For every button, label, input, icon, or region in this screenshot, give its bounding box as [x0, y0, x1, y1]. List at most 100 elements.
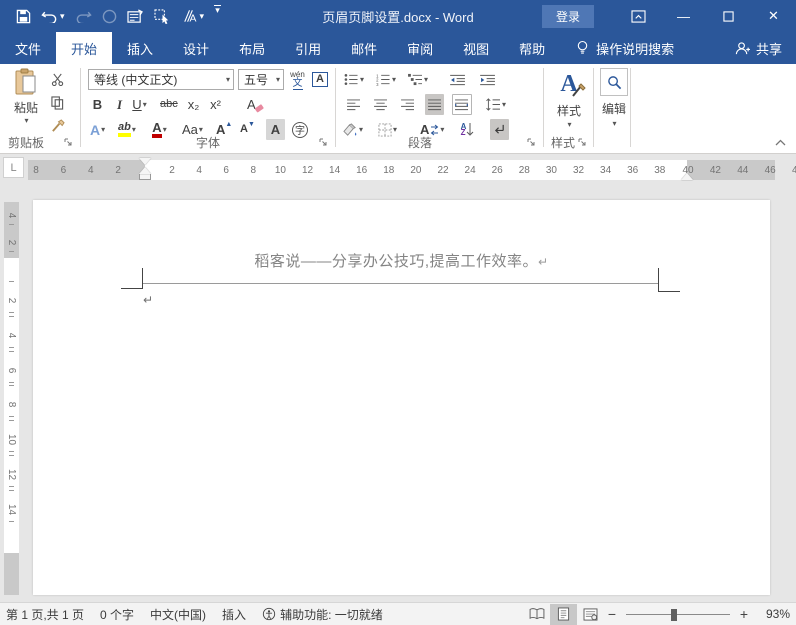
language-status[interactable]: 中文(中国) [142, 606, 214, 623]
text-effects-button[interactable]: A ▾ [88, 119, 107, 140]
styles-button[interactable]: A 样式 ▾ [549, 68, 589, 136]
text-effects-dropdown-icon[interactable]: ▾ [101, 125, 105, 134]
superscript-button[interactable]: x² [206, 94, 225, 115]
shading-dropdown-icon[interactable]: ▾ [359, 125, 363, 134]
close-button[interactable]: ✕ [751, 0, 796, 32]
tab-mailings[interactable]: 邮件 [336, 32, 392, 64]
sort-button[interactable]: AZ [458, 119, 477, 140]
highlight-dropdown-icon[interactable]: ▾ [132, 125, 136, 134]
tab-references[interactable]: 引用 [280, 32, 336, 64]
clear-formatting-button[interactable]: A [245, 94, 266, 115]
tab-file[interactable]: 文件 [0, 32, 56, 64]
ruler-strip[interactable]: 8 6 4 2 2 4 6 8 10 12 14 16 18 20 22 24 26 28 30 32 34 36 38 40… [28, 158, 796, 180]
style-format-icon[interactable]: A ▾ [181, 5, 205, 27]
insert-mode-status[interactable]: 插入 [214, 606, 254, 623]
borders-dropdown-icon[interactable]: ▾ [393, 125, 397, 134]
align-right-button[interactable] [398, 94, 417, 115]
font-dialog-launcher-icon[interactable] [319, 135, 327, 149]
underline-button[interactable]: U ▾ [130, 94, 149, 115]
zoom-out-button[interactable]: − [604, 606, 620, 622]
undo-dropdown-icon[interactable]: ▾ [60, 11, 65, 22]
editing-button[interactable]: 编辑 ▾ [598, 68, 630, 128]
tab-design[interactable]: 设计 [168, 32, 224, 64]
numbering-dropdown-icon[interactable]: ▾ [392, 75, 396, 84]
shrink-font-button[interactable]: A ▼ [238, 119, 257, 140]
align-left-button[interactable] [344, 94, 363, 115]
zoom-percentage[interactable]: 93% [752, 607, 790, 621]
bullets-dropdown-icon[interactable]: ▾ [360, 75, 364, 84]
print-layout-button[interactable] [550, 603, 577, 625]
web-layout-button[interactable] [577, 604, 604, 625]
strikethrough-button[interactable]: abc [158, 94, 180, 115]
increase-indent-button[interactable] [478, 69, 498, 90]
clipboard-dialog-launcher-icon[interactable] [64, 135, 72, 149]
minimize-button[interactable]: — [661, 0, 706, 32]
tab-home[interactable]: 开始 [56, 32, 113, 64]
justify-button[interactable] [425, 94, 444, 115]
accessibility-status[interactable]: 辅助功能: 一切就绪 [254, 606, 391, 623]
word-count-status[interactable]: 0 个字 [92, 606, 142, 623]
show-hide-marks-button[interactable] [490, 119, 509, 140]
save-icon[interactable] [16, 5, 31, 27]
asian-layout-dropdown-icon[interactable]: ▾ [440, 125, 444, 134]
first-line-indent-marker[interactable] [139, 158, 151, 165]
login-button[interactable]: 登录 [541, 4, 594, 28]
collapse-ribbon-icon[interactable] [775, 136, 786, 150]
font-color-button[interactable]: A ▾ [150, 119, 169, 140]
font-name-dropdown-icon[interactable]: ▾ [226, 75, 230, 84]
tab-view[interactable]: 视图 [448, 32, 504, 64]
font-color-dropdown-icon[interactable]: ▾ [163, 125, 167, 134]
copy-button[interactable] [48, 92, 67, 113]
multilevel-dropdown-icon[interactable]: ▾ [424, 75, 428, 84]
character-shading-button[interactable]: A [266, 119, 285, 140]
document-page[interactable]: 稻客说——分享办公技巧,提高工作效率。↵ ↵ [33, 200, 770, 595]
undo-button[interactable]: ▾ [41, 5, 65, 27]
multilevel-list-button[interactable]: ▾ [406, 69, 430, 90]
line-spacing-dropdown-icon[interactable]: ▾ [502, 100, 506, 109]
tab-stop-selector[interactable]: L [3, 157, 24, 178]
paste-dropdown-icon[interactable]: ▾ [24, 116, 28, 125]
share-button[interactable]: 共享 [735, 32, 782, 64]
styles-dropdown-icon[interactable]: ▾ [567, 120, 571, 129]
font-name-combo[interactable]: 等线 (中文正文) ▾ [88, 69, 234, 90]
select-object-icon[interactable] [153, 5, 171, 27]
styles-dialog-launcher-icon[interactable] [578, 135, 586, 149]
find-icon[interactable] [600, 68, 628, 96]
customize-qat-icon[interactable]: ▾ [214, 5, 222, 27]
zoom-slider-handle[interactable] [671, 608, 677, 621]
line-spacing-button[interactable]: ▾ [484, 94, 508, 115]
style-dropdown-icon[interactable]: ▾ [200, 11, 205, 22]
tell-me-search[interactable]: 操作说明搜索 [566, 32, 684, 64]
right-indent-marker[interactable] [681, 173, 693, 180]
page-number-status[interactable]: 第 1 页,共 1 页 [0, 606, 92, 623]
tab-review[interactable]: 审阅 [392, 32, 448, 64]
font-size-dropdown-icon[interactable]: ▾ [276, 75, 280, 84]
align-center-button[interactable] [371, 94, 390, 115]
zoom-in-button[interactable]: + [736, 606, 752, 622]
paragraph-dialog-launcher-icon[interactable] [527, 135, 535, 149]
font-size-combo[interactable]: 五号 ▾ [238, 69, 284, 90]
italic-button[interactable]: I [110, 94, 129, 115]
distribute-text-button[interactable] [452, 94, 472, 115]
change-case-dropdown-icon[interactable]: ▾ [199, 125, 203, 134]
maximize-button[interactable] [706, 0, 751, 32]
shading-button[interactable]: ▾ [340, 119, 365, 140]
underline-dropdown-icon[interactable]: ▾ [143, 100, 147, 109]
highlight-color-button[interactable]: ab ▾ [116, 119, 138, 140]
character-border-button[interactable]: A [310, 69, 330, 90]
ribbon-display-options-icon[interactable] [616, 0, 661, 32]
decrease-indent-button[interactable] [448, 69, 468, 90]
tab-insert[interactable]: 插入 [112, 32, 168, 64]
editing-dropdown-icon[interactable]: ▾ [612, 119, 616, 128]
format-painter-button[interactable] [48, 115, 67, 136]
borders-button[interactable]: ▾ [376, 119, 399, 140]
hanging-indent-marker[interactable] [139, 167, 151, 180]
tab-help[interactable]: 帮助 [504, 32, 560, 64]
phonetic-guide-button[interactable]: wén 文 [288, 67, 307, 93]
cut-button[interactable] [48, 69, 67, 90]
bullets-button[interactable]: ▾ [342, 69, 366, 90]
form-properties-icon[interactable] [126, 5, 144, 27]
document-canvas[interactable]: 4 2 2 4 6 8 10 12 14 稻客说——分享办公技巧,提高工作效率。↵ ↵ [0, 182, 796, 602]
enclose-characters-button[interactable]: 字 [290, 119, 310, 140]
vertical-ruler[interactable]: 4 2 2 4 6 8 10 12 14 [4, 202, 19, 595]
